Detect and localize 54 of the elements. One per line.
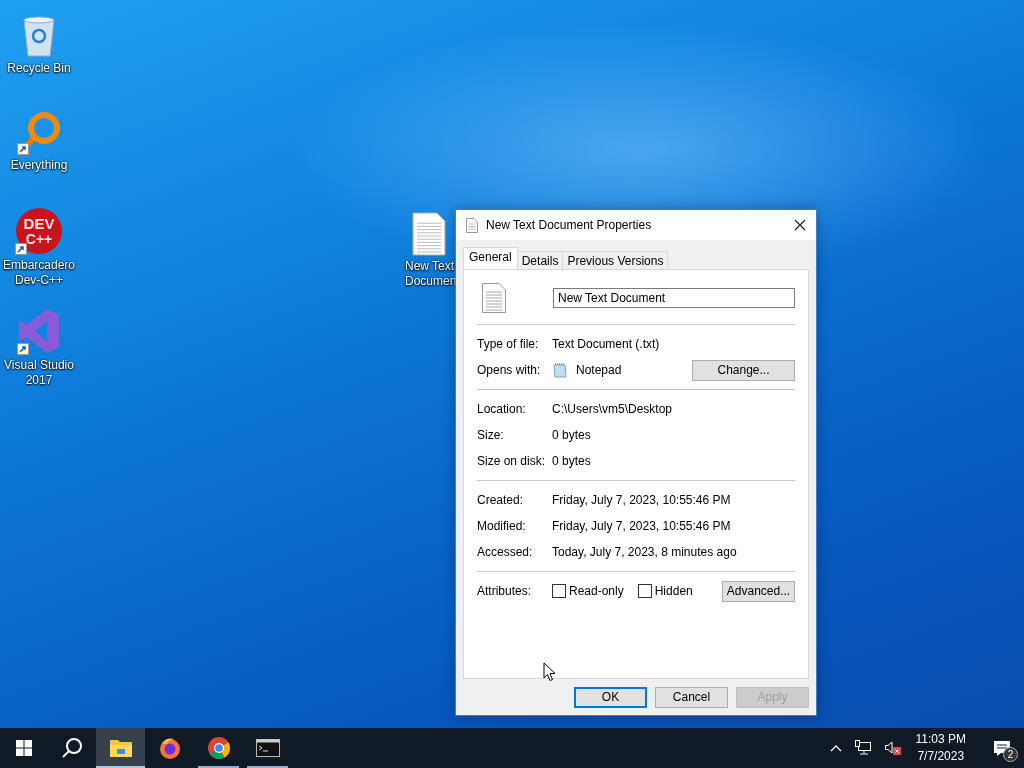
checkbox[interactable] [637, 584, 652, 598]
chevron-up-icon[interactable] [829, 744, 842, 752]
tab[interactable]: Previous Versions [562, 251, 669, 269]
field-label: Modified: [477, 519, 527, 533]
field-value: C:\Users\vm5\Desktop [552, 402, 673, 416]
field-label: Created: [477, 493, 525, 507]
recycle-bin-icon[interactable] [20, 14, 58, 58]
visual-studio-icon[interactable] [17, 307, 61, 355]
terminal-icon[interactable] [255, 739, 280, 757]
clock-time[interactable]: 11:03 PM [915, 731, 966, 748]
chrome-icon[interactable] [206, 736, 231, 760]
folder-icon[interactable] [108, 738, 133, 758]
field-label: Opens with: [477, 363, 542, 377]
network-icon[interactable] [853, 740, 872, 756]
file-name-field[interactable]: New Text Document [553, 288, 795, 308]
window-title: New Text Document Properties [486, 218, 653, 232]
shortcut-arrow-icon [17, 143, 29, 155]
field-label: Location: [477, 402, 527, 416]
shortcut-arrow-icon [17, 343, 29, 355]
speaker-icon[interactable] [883, 740, 902, 756]
field-value: Text Document (.txt) [552, 337, 660, 351]
checkbox-label[interactable]: Hidden [654, 584, 693, 598]
dialog-button[interactable]: OK [574, 686, 647, 708]
notification-count-badge: 2 [1003, 747, 1018, 762]
checkbox[interactable] [552, 584, 566, 598]
change-button[interactable]: Change... [692, 359, 795, 381]
desktop-icon-label[interactable]: Visual Studio 2017 [2, 358, 76, 388]
field-label: Type of file: [477, 337, 540, 351]
dialog-button[interactable]: Cancel [655, 686, 728, 708]
tab[interactable]: General [463, 247, 518, 269]
text-file-icon[interactable] [412, 212, 446, 256]
document-icon [466, 217, 478, 233]
field-label: Accessed: [477, 545, 534, 559]
field-label: Attributes: [477, 584, 533, 598]
field-label: Size: [477, 428, 505, 442]
field-value: 0 bytes [552, 454, 591, 468]
text-file-icon [482, 283, 506, 313]
field-value: Friday, July 7, 2023, 10:55:46 PM [552, 493, 731, 507]
shortcut-arrow-icon [15, 243, 27, 255]
desktop-icon-label[interactable]: Embarcadero Dev-C++ [2, 258, 76, 288]
field-value: Today, July 7, 2023, 8 minutes ago [552, 545, 737, 559]
clock-date[interactable]: 7/7/2023 [917, 748, 965, 765]
search-icon[interactable] [61, 737, 83, 759]
field-value: Notepad [576, 363, 622, 377]
field-value: Friday, July 7, 2023, 10:55:46 PM [552, 519, 731, 533]
firefox-icon[interactable] [157, 736, 182, 760]
advanced-button[interactable]: Advanced... [722, 580, 795, 602]
checkbox-label[interactable]: Read-only [569, 584, 624, 598]
windows-start-icon[interactable] [16, 740, 32, 756]
close-icon[interactable] [794, 219, 806, 231]
field-label: Size on disk: [477, 454, 547, 468]
dev-cpp-icon[interactable]: DEV C++ [15, 207, 63, 255]
notepad-icon [552, 362, 568, 378]
field-value: 0 bytes [552, 428, 591, 442]
